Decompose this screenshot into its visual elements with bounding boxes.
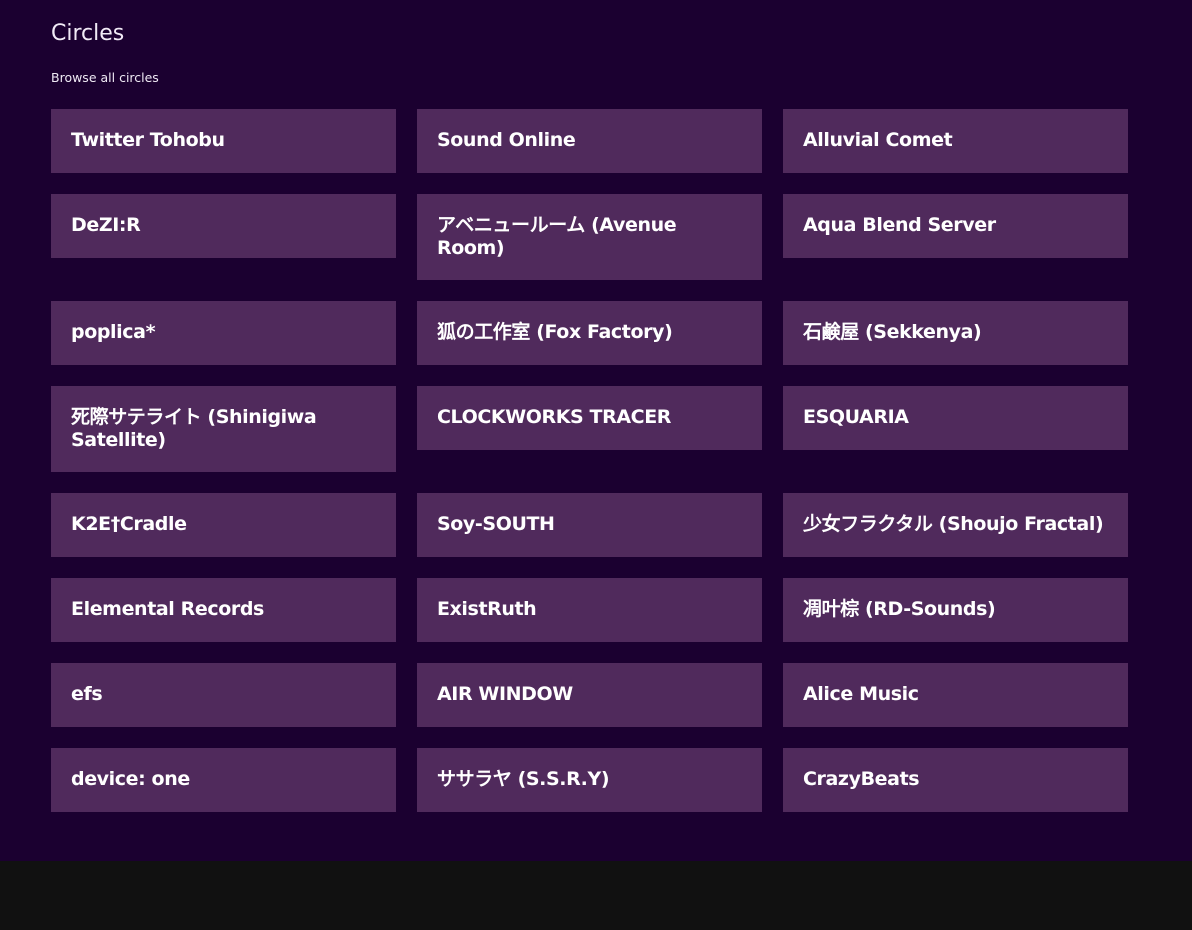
circle-tile[interactable]: CLOCKWORKS TRACER: [417, 386, 762, 450]
circle-tile[interactable]: ESQUARIA: [783, 386, 1128, 450]
circle-tile-label: CrazyBeats: [803, 768, 920, 790]
circle-tile-label: ESQUARIA: [803, 406, 909, 428]
circle-tile[interactable]: device: one: [51, 748, 396, 812]
circle-tile-label: 死際サテライト (Shinigiwa Satellite): [71, 406, 317, 451]
circle-tile[interactable]: Soy-SOUTH: [417, 493, 762, 557]
circle-tile-label: 石鹸屋 (Sekkenya): [803, 321, 982, 343]
circle-tile[interactable]: 少女フラクタル (Shoujo Fractal): [783, 493, 1128, 557]
circle-tile-label: 凋叶棕 (RD-Sounds): [803, 598, 996, 620]
circle-tile-label: poplica*: [71, 321, 156, 343]
circles-page: Circles Browse all circles Twitter Tohob…: [0, 0, 1192, 861]
circle-tile-label: DeZI:R: [71, 214, 141, 236]
circle-tile-label: K2E†Cradle: [71, 513, 187, 535]
circle-tile-label: アベニュールーム (Avenue Room): [437, 214, 677, 259]
circle-tile[interactable]: アベニュールーム (Avenue Room): [417, 194, 762, 280]
circle-tile-label: Twitter Tohobu: [71, 129, 225, 151]
circle-tile-label: 狐の工作室 (Fox Factory): [437, 321, 673, 343]
circle-tile-label: CLOCKWORKS TRACER: [437, 406, 672, 428]
circle-tile-label: ExistRuth: [437, 598, 537, 620]
circle-tile[interactable]: Sound Online: [417, 109, 762, 173]
circle-tile[interactable]: 狐の工作室 (Fox Factory): [417, 301, 762, 365]
circle-tile[interactable]: ササラヤ (S.S.R.Y): [417, 748, 762, 812]
circle-tile-label: Soy-SOUTH: [437, 513, 555, 535]
circle-tile-label: efs: [71, 683, 103, 705]
circle-tile-label: Aqua Blend Server: [803, 214, 996, 236]
circle-tile[interactable]: ExistRuth: [417, 578, 762, 642]
circle-tile-label: Alice Music: [803, 683, 919, 705]
circle-tile[interactable]: Twitter Tohobu: [51, 109, 396, 173]
circle-tile[interactable]: 死際サテライト (Shinigiwa Satellite): [51, 386, 396, 472]
page-subtitle: Browse all circles: [51, 70, 159, 85]
circle-tile[interactable]: AIR WINDOW: [417, 663, 762, 727]
circle-tile[interactable]: CrazyBeats: [783, 748, 1128, 812]
circle-tile[interactable]: Aqua Blend Server: [783, 194, 1128, 258]
circle-tile[interactable]: DeZI:R: [51, 194, 396, 258]
circle-tile-label: device: one: [71, 768, 190, 790]
footer-band: [0, 861, 1192, 930]
circle-tile[interactable]: K2E†Cradle: [51, 493, 396, 557]
circle-tile[interactable]: efs: [51, 663, 396, 727]
circle-tile-label: AIR WINDOW: [437, 683, 573, 705]
circle-tile-label: Alluvial Comet: [803, 129, 953, 151]
circle-tile[interactable]: Alice Music: [783, 663, 1128, 727]
circles-grid: Twitter Tohobu Sound Online Alluvial Com…: [51, 109, 1129, 812]
page-title: Circles: [51, 21, 125, 46]
circle-tile[interactable]: 石鹸屋 (Sekkenya): [783, 301, 1128, 365]
circle-tile-label: Elemental Records: [71, 598, 264, 620]
circle-tile-label: 少女フラクタル (Shoujo Fractal): [803, 513, 1104, 535]
circle-tile-label: Sound Online: [437, 129, 576, 151]
circle-tile[interactable]: Elemental Records: [51, 578, 396, 642]
circle-tile[interactable]: poplica*: [51, 301, 396, 365]
circle-tile[interactable]: 凋叶棕 (RD-Sounds): [783, 578, 1128, 642]
circle-tile[interactable]: Alluvial Comet: [783, 109, 1128, 173]
circle-tile-label: ササラヤ (S.S.R.Y): [437, 768, 610, 790]
